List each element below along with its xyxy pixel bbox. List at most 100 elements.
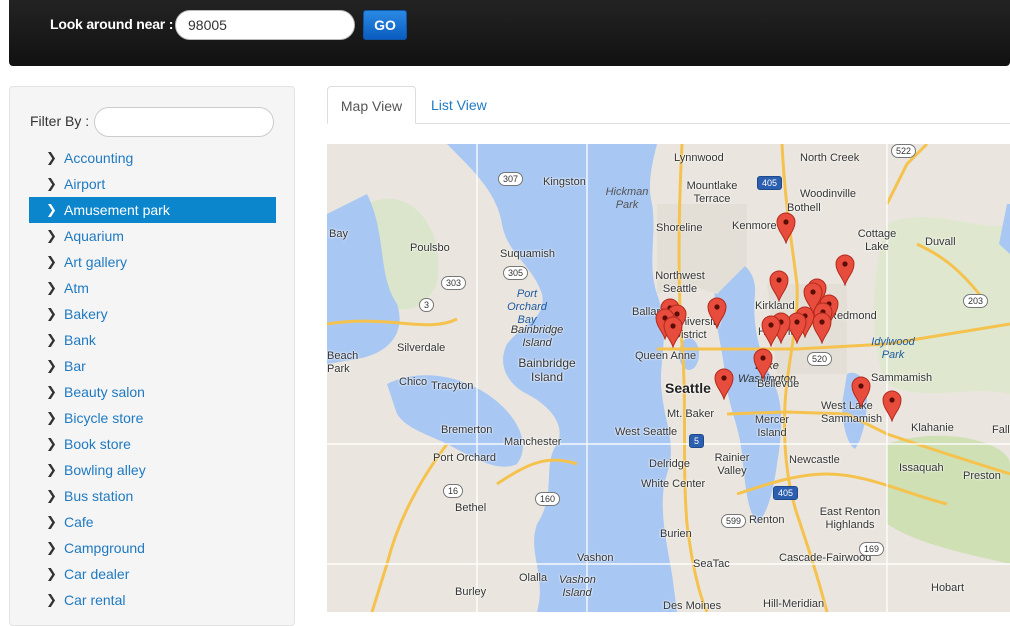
category-label: Aquarium xyxy=(64,228,124,244)
map-marker-icon[interactable] xyxy=(812,312,832,344)
place-label: Newcastle xyxy=(789,454,840,466)
category-label: Bakery xyxy=(64,306,108,322)
category-label: Book store xyxy=(64,436,131,452)
map-marker-icon[interactable] xyxy=(882,390,902,422)
category-list: ❯ Accounting ❯ Airport ❯ Amusement park ❯ Aquar… xyxy=(29,145,276,613)
chevron-right-icon: ❯ xyxy=(46,176,57,191)
map-marker-icon[interactable] xyxy=(714,368,734,400)
category-label: Bank xyxy=(64,332,96,348)
category-item[interactable]: ❯ Aquarium xyxy=(29,223,276,249)
chevron-right-icon: ❯ xyxy=(46,280,57,295)
map-marker-icon[interactable] xyxy=(769,270,789,302)
map-marker-icon[interactable] xyxy=(835,254,855,286)
place-label: Des Moines xyxy=(663,600,722,612)
map-marker-icon[interactable] xyxy=(753,348,773,380)
tab-list-view[interactable]: List View xyxy=(419,86,499,124)
go-button[interactable]: GO xyxy=(363,10,407,40)
category-item[interactable]: ❯ Amusement park xyxy=(29,197,276,223)
category-label: Accounting xyxy=(64,150,134,166)
place-label: Kenmore xyxy=(732,220,777,232)
route-shield: 203 xyxy=(963,294,989,308)
place-label: Cascade-Fairwood xyxy=(779,552,872,564)
place-label: Poulsbo xyxy=(410,242,450,254)
place-label: Hill-Meridian xyxy=(763,598,825,610)
category-item[interactable]: ❯ Book store xyxy=(29,431,276,457)
place-label: Shoreline xyxy=(656,222,703,234)
place-label: Seattle xyxy=(665,380,711,396)
map-marker-icon[interactable] xyxy=(803,282,823,314)
category-item[interactable]: ❯ Art gallery xyxy=(29,249,276,275)
category-item[interactable]: ❯ Accounting xyxy=(29,145,276,171)
place-label: Burley xyxy=(455,586,487,598)
place-label: North Creek xyxy=(800,152,860,164)
place-label: Rainier Valley xyxy=(714,452,750,477)
map-marker-icon[interactable] xyxy=(776,212,796,244)
place-label: Hobart xyxy=(931,582,965,594)
place-label: Kingston xyxy=(543,176,586,188)
category-label: Bar xyxy=(64,358,86,374)
route-shield: 405 xyxy=(757,176,783,190)
place-label: Duvall xyxy=(925,236,956,248)
place-label: Delridge xyxy=(649,458,690,470)
map-view[interactable]: Lynnwood North Creek Kingston Mountlake … xyxy=(327,144,1010,612)
route-shield: 3 xyxy=(419,298,435,312)
place-label: Chico xyxy=(399,376,428,388)
place-label: Issaquah xyxy=(899,462,944,474)
place-label: Cottage Lake xyxy=(857,228,897,253)
category-item[interactable]: ❯ Bus station xyxy=(29,483,276,509)
chevron-right-icon: ❯ xyxy=(46,514,57,529)
category-label: Bowling alley xyxy=(64,462,146,478)
chevron-right-icon: ❯ xyxy=(46,332,57,347)
place-label: Tracyton xyxy=(431,380,474,392)
place-label: Idylwood Park xyxy=(871,336,915,361)
category-item[interactable]: ❯ Atm xyxy=(29,275,276,301)
chevron-right-icon: ❯ xyxy=(46,592,57,607)
place-label: Queen Anne xyxy=(635,350,697,362)
chevron-right-icon: ❯ xyxy=(46,228,57,243)
chevron-right-icon: ❯ xyxy=(46,410,57,425)
place-label: Olalla xyxy=(519,572,548,584)
place-label: West Seattle xyxy=(615,426,678,438)
place-label: Manchester xyxy=(504,436,562,448)
tab-map-view[interactable]: Map View xyxy=(327,86,416,124)
category-item[interactable]: ❯ Car dealer xyxy=(29,561,276,587)
place-label: Falls xyxy=(992,424,1010,436)
category-label: Art gallery xyxy=(64,254,128,270)
category-label: Bicycle store xyxy=(64,410,144,426)
place-label: Bay xyxy=(329,228,348,240)
place-label: Bethel xyxy=(455,502,487,514)
map-marker-icon[interactable] xyxy=(663,316,683,348)
category-item[interactable]: ❯ Bowling alley xyxy=(29,457,276,483)
place-label: Northwest Seattle xyxy=(655,270,705,295)
category-item[interactable]: ❯ Bicycle store xyxy=(29,405,276,431)
place-label: Suquamish xyxy=(500,248,556,260)
map-marker-icon[interactable] xyxy=(851,376,871,408)
route-shield: 599 xyxy=(721,514,747,528)
top-bar: Look around near : GO xyxy=(9,0,1010,66)
map-marker-icon[interactable] xyxy=(761,315,781,347)
place-label: Port Orchard Bay xyxy=(507,288,547,326)
place-label: Klahanie xyxy=(911,422,954,434)
category-item[interactable]: ❯ Cafe xyxy=(29,509,276,535)
category-label: Atm xyxy=(64,280,89,296)
category-label: Amusement park xyxy=(64,202,170,218)
filter-input[interactable] xyxy=(94,107,274,137)
route-shield: 307 xyxy=(498,172,524,186)
category-item[interactable]: ❯ Bar xyxy=(29,353,276,379)
map-marker-icon[interactable] xyxy=(707,297,727,329)
place-label: White Center xyxy=(641,478,706,490)
route-shield: 522 xyxy=(891,144,917,158)
category-label: Car dealer xyxy=(64,566,130,582)
category-item[interactable]: ❯ Campground xyxy=(29,535,276,561)
category-item[interactable]: ❯ Airport xyxy=(29,171,276,197)
chevron-right-icon: ❯ xyxy=(46,488,57,503)
category-item[interactable]: ❯ Beauty salon xyxy=(29,379,276,405)
category-item[interactable]: ❯ Car rental xyxy=(29,587,276,613)
category-item[interactable]: ❯ Bakery xyxy=(29,301,276,327)
category-item[interactable]: ❯ Bank xyxy=(29,327,276,353)
chevron-right-icon: ❯ xyxy=(46,306,57,321)
place-label: Bainbridge Island xyxy=(510,324,564,349)
route-shield: 303 xyxy=(441,276,467,290)
chevron-right-icon: ❯ xyxy=(46,150,57,165)
zip-input[interactable] xyxy=(175,10,355,40)
